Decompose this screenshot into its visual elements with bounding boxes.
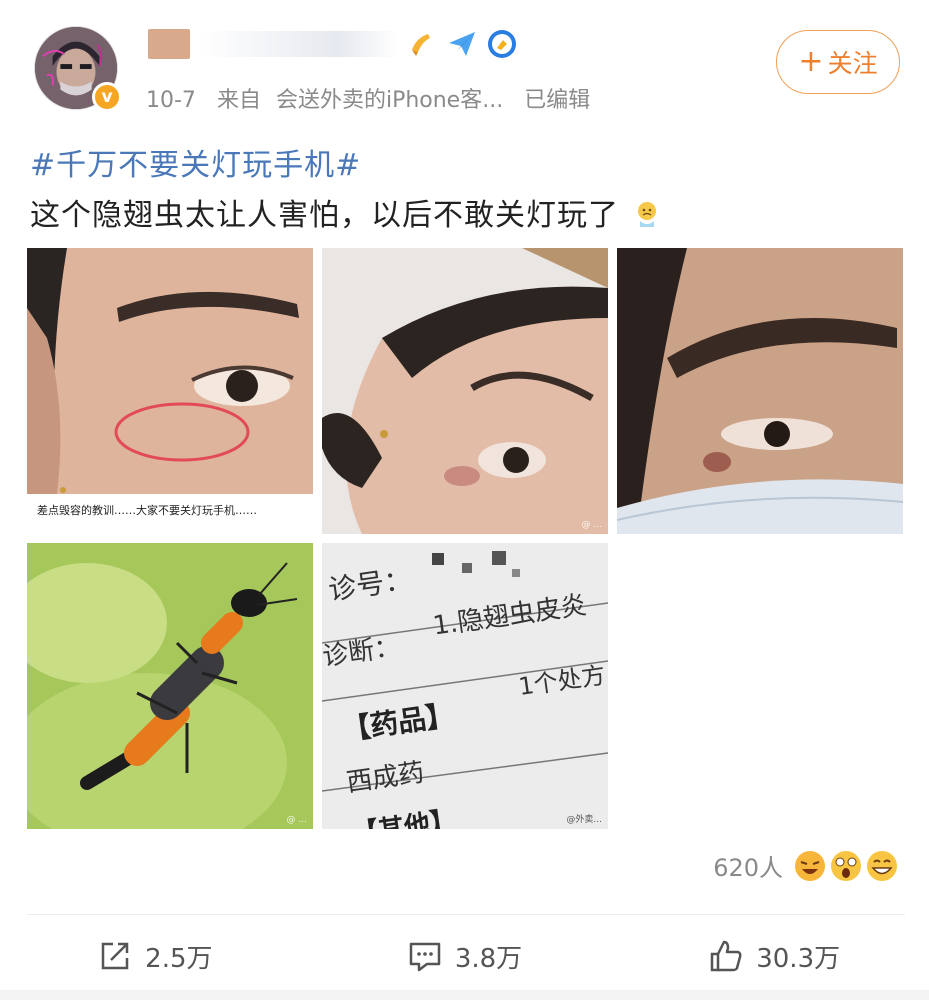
thumbs-up-icon <box>710 940 742 972</box>
paper-plane-badge-icon <box>449 32 475 56</box>
avatar[interactable]: v <box>34 26 122 112</box>
reaction-count: 620人 <box>713 854 783 882</box>
follow-label: 关注 <box>827 49 878 78</box>
comment-button[interactable]: 3.8万 <box>310 928 620 984</box>
post-meta: 10-7 来自 会送外卖的iPhone客... 已编辑 <box>146 82 604 114</box>
repost-count: 2.5万 <box>145 943 213 974</box>
bottom-separator <box>0 990 929 1000</box>
reaction-summary[interactable]: 620人 <box>713 848 899 883</box>
image-rove-beetle[interactable]: @ ... <box>27 543 313 829</box>
post-time: 10-7 <box>146 88 196 113</box>
share-icon <box>101 942 129 970</box>
plus-icon: + <box>798 44 824 79</box>
topic-hashtag[interactable]: #千万不要关灯玩手机# <box>30 140 361 184</box>
post-text: 这个隐翅虫太让人害怕，以后不敢关灯玩了 <box>30 190 662 234</box>
image-grid: 差点毁容的教训……大家不要关灯玩手机…… @ ... @ ... 诊号： 诊断：… <box>27 248 903 829</box>
shocked-emoji-icon <box>831 850 861 881</box>
laugh-cry-emoji-icon <box>795 850 825 881</box>
thumb-badge-icon <box>412 34 430 56</box>
shield-badge-icon <box>488 30 516 58</box>
repost-button[interactable]: 2.5万 <box>0 928 310 984</box>
like-count: 30.3万 <box>756 943 841 974</box>
image-watermark: @ ... <box>581 520 602 530</box>
username-blurred <box>198 31 398 57</box>
source-prefix: 来自 <box>216 88 261 113</box>
username-redacted <box>148 29 190 59</box>
image-eye-circled[interactable]: 差点毁容的教训……大家不要关灯玩手机…… <box>27 248 313 534</box>
like-button[interactable]: 30.3万 <box>619 928 929 984</box>
image-diagnosis-slip[interactable]: 诊号： 诊断： 1.隐翅虫皮炎 1个处方 【药品】 西成药 【其他】 @外卖..… <box>322 543 608 829</box>
image-watermark: @外卖... <box>566 815 602 825</box>
post-source[interactable]: 会送外卖的iPhone客... <box>276 88 503 113</box>
username-row[interactable] <box>148 24 518 64</box>
sad-emoji-icon <box>637 202 656 227</box>
image-eye-mask[interactable] <box>617 248 903 534</box>
action-bar: 2.5万 3.8万 30.3万 <box>0 928 929 984</box>
grin-emoji-icon <box>867 850 897 881</box>
follow-button[interactable]: + 关注 <box>776 30 900 94</box>
comment-icon <box>409 942 441 972</box>
image-watermark: @ ... <box>286 815 307 825</box>
comment-count: 3.8万 <box>454 943 523 974</box>
divider <box>27 914 905 915</box>
verified-v-icon: v <box>92 82 122 112</box>
image-face-side[interactable]: @ ... <box>322 248 608 534</box>
post-body: 这个隐翅虫太让人害怕，以后不敢关灯玩了 <box>30 198 619 233</box>
edited-label[interactable]: 已编辑 <box>524 88 590 113</box>
image-caption: 差点毁容的教训……大家不要关灯玩手机…… <box>27 494 313 534</box>
